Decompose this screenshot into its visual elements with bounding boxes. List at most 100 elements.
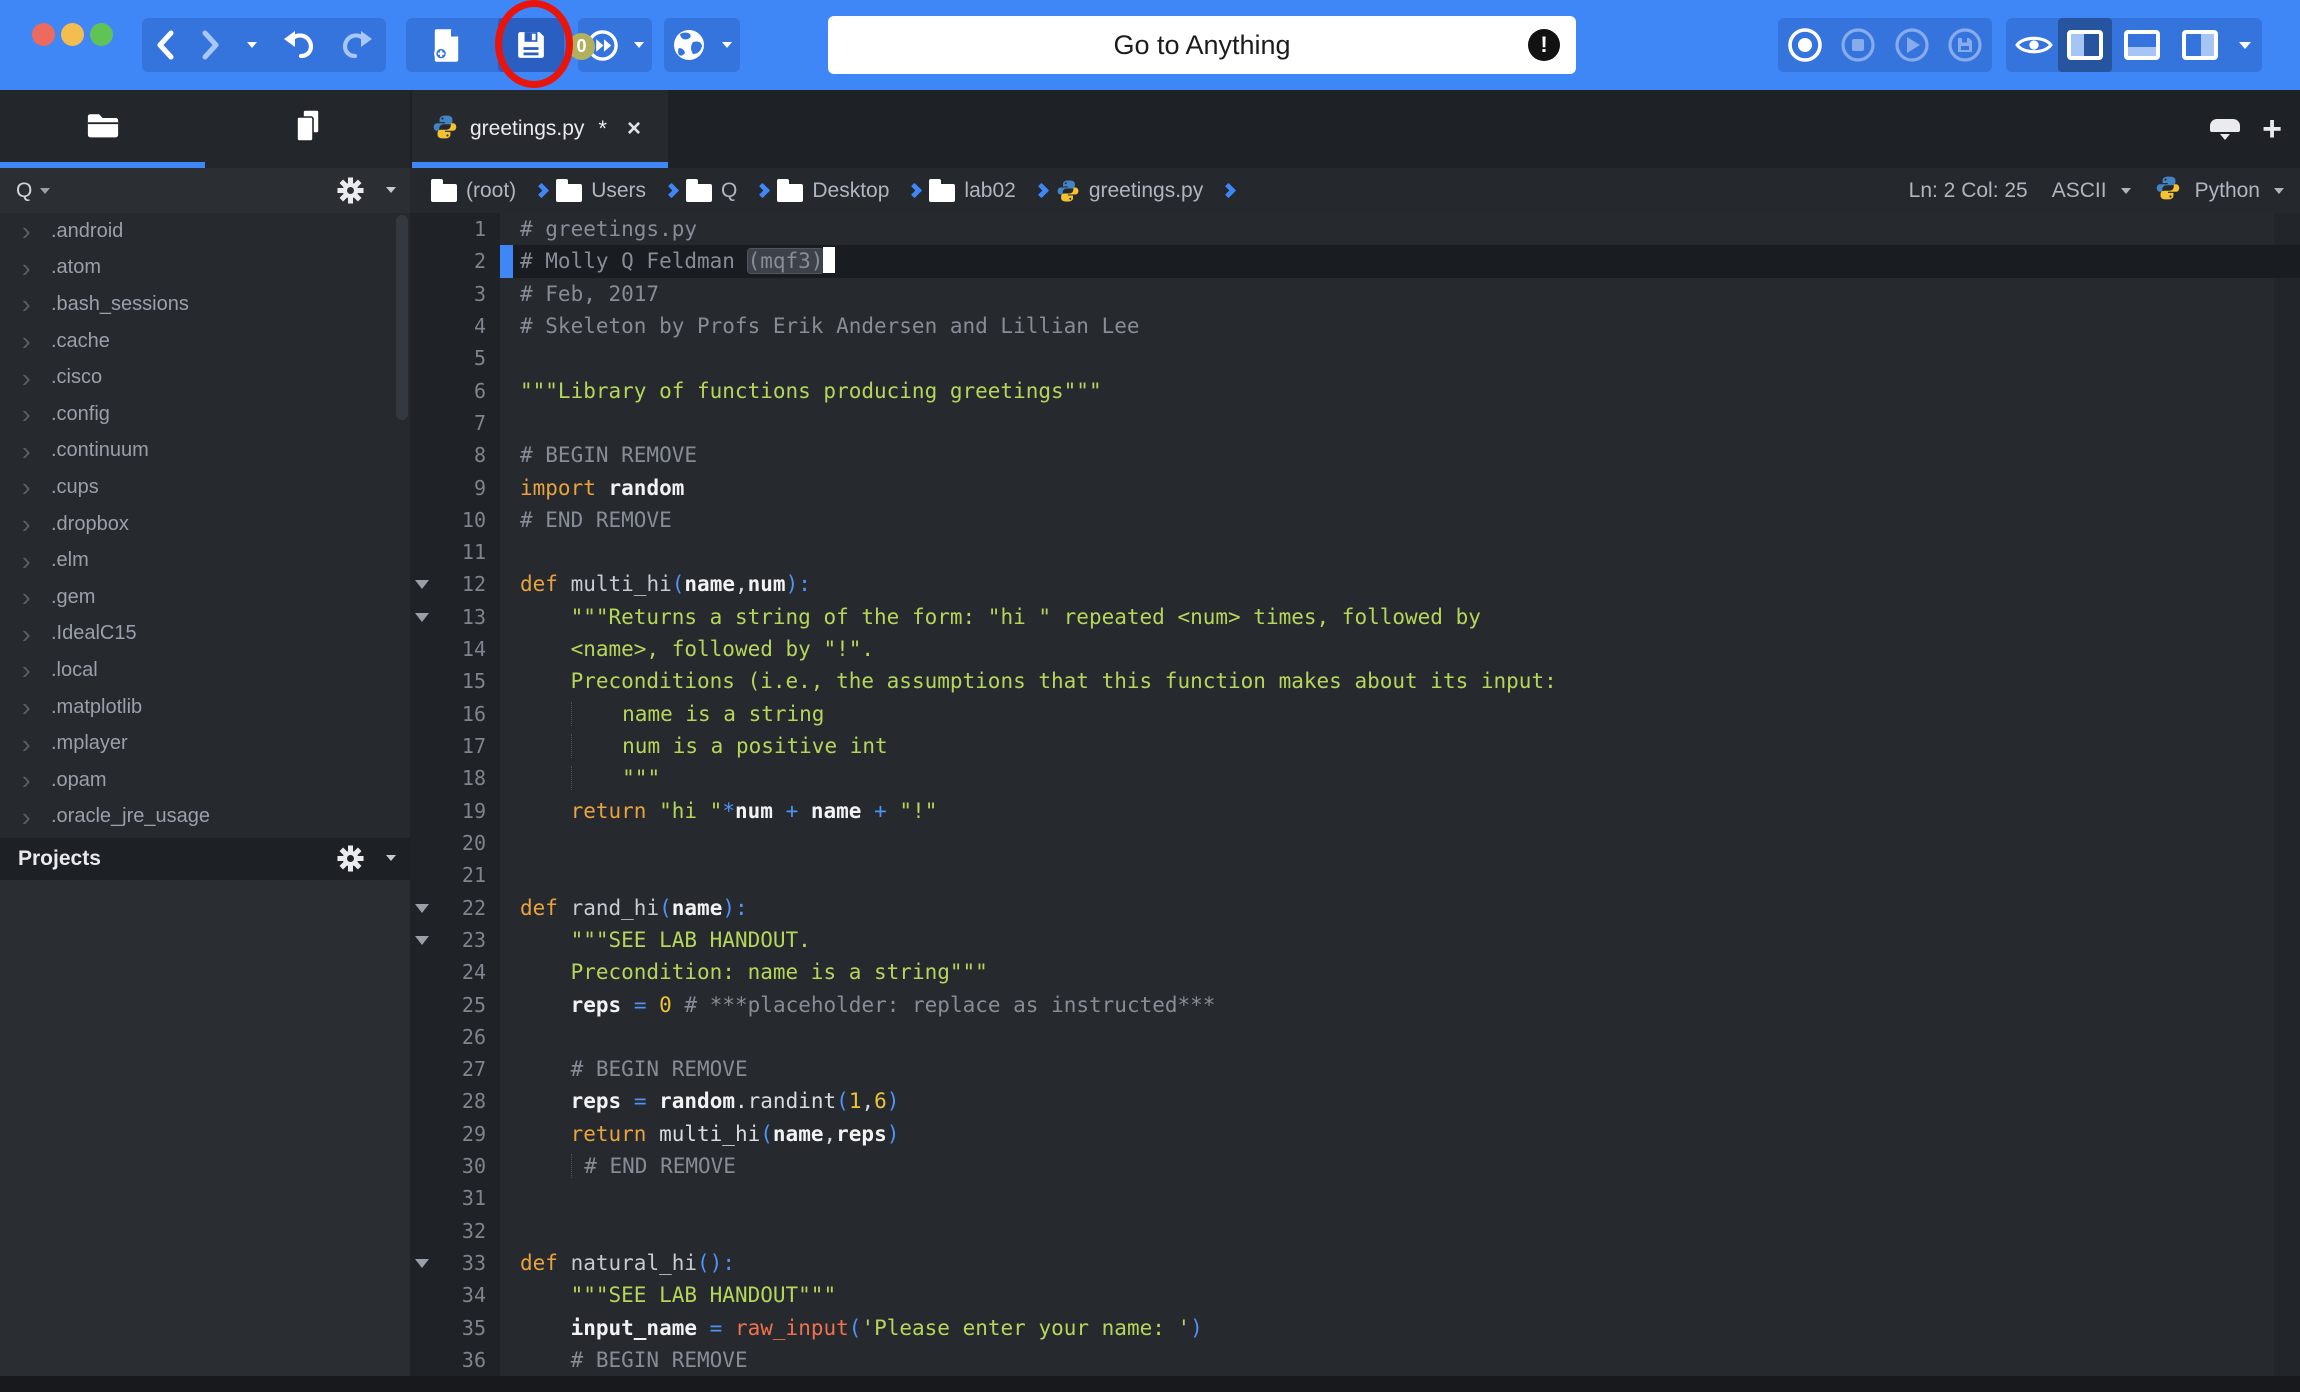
breadcrumb-item[interactable]: (root) — [431, 179, 547, 203]
line-number[interactable]: 21 — [410, 859, 500, 891]
line-number[interactable]: 33 — [410, 1247, 500, 1279]
chevron-right-icon[interactable]: › — [22, 438, 38, 464]
file-tree[interactable]: ›.android›.atom›.bash_sessions›.cache›.c… — [0, 213, 410, 838]
macro-play-button[interactable] — [1885, 18, 1938, 72]
browser-preview-button[interactable] — [667, 18, 711, 72]
line-number[interactable]: 12 — [410, 568, 500, 600]
line-number[interactable]: 31 — [410, 1182, 500, 1214]
tree-item[interactable]: ›.android — [0, 213, 410, 250]
line-number[interactable]: 8 — [410, 439, 500, 471]
browser-preview-dropdown[interactable] — [716, 18, 738, 72]
toggle-left-pane-button[interactable] — [2058, 18, 2112, 72]
tree-item[interactable]: ›.atom — [0, 250, 410, 287]
macro-save-button[interactable] — [1939, 18, 1992, 72]
tree-item[interactable]: ›.oracle_jre_usage — [0, 799, 410, 836]
line-number[interactable]: 27 — [410, 1053, 500, 1085]
tree-item[interactable]: ›.bash_sessions — [0, 286, 410, 323]
line-number[interactable]: 13 — [410, 601, 500, 633]
tab-greetings-py[interactable]: greetings.py * × — [412, 90, 668, 168]
breadcrumb-item[interactable]: greetings.py — [1056, 179, 1234, 203]
sidebar-scrollbar[interactable] — [396, 215, 408, 420]
breadcrumb-item[interactable]: lab02 — [929, 179, 1046, 203]
tab-close-icon[interactable]: × — [627, 117, 641, 141]
chevron-right-icon[interactable]: › — [22, 218, 38, 244]
line-number[interactable]: 18 — [410, 762, 500, 794]
macro-record-button[interactable] — [1778, 18, 1831, 72]
line-number[interactable]: 20 — [410, 827, 500, 859]
tree-item[interactable]: ›.elm — [0, 542, 410, 579]
code-editor[interactable]: 1# greetings.py2# Molly Q Feldman (mqf3)… — [410, 213, 2300, 1376]
projects-settings-button[interactable] — [337, 845, 364, 877]
breadcrumb-item[interactable]: Desktop — [777, 179, 920, 203]
line-number[interactable]: 28 — [410, 1085, 500, 1117]
line-number[interactable]: 32 — [410, 1215, 500, 1247]
line-number[interactable]: 26 — [410, 1021, 500, 1053]
line-number[interactable]: 24 — [410, 956, 500, 988]
tree-item[interactable]: ›.dropbox — [0, 506, 410, 543]
tree-item[interactable]: ›.cups — [0, 469, 410, 506]
chevron-right-icon[interactable]: › — [22, 548, 38, 574]
line-number[interactable]: 3 — [410, 278, 500, 310]
breadcrumb-item[interactable]: Q — [686, 179, 768, 203]
line-number[interactable]: 14 — [410, 633, 500, 665]
line-number[interactable]: 29 — [410, 1118, 500, 1150]
sync-dropdown[interactable] — [628, 18, 650, 72]
tree-item[interactable]: ›.gem — [0, 579, 410, 616]
fold-arrow-icon[interactable] — [415, 904, 429, 913]
tree-item[interactable]: ›.cisco — [0, 359, 410, 396]
tree-item[interactable]: ›.local — [0, 652, 410, 689]
back-button[interactable] — [155, 18, 175, 72]
places-settings-button[interactable] — [337, 177, 364, 209]
line-number[interactable]: 11 — [410, 536, 500, 568]
breadcrumb-item[interactable]: Users — [556, 179, 677, 203]
line-number[interactable]: 1 — [410, 213, 500, 245]
language-selector[interactable]: Python — [2195, 179, 2260, 203]
tree-item[interactable]: ›.IdealC15 — [0, 616, 410, 653]
undo-button[interactable] — [283, 18, 315, 72]
chevron-right-icon[interactable]: › — [22, 291, 38, 317]
line-number[interactable]: 15 — [410, 665, 500, 697]
window-zoom-button[interactable] — [90, 23, 113, 46]
line-number[interactable]: 34 — [410, 1279, 500, 1311]
window-close-button[interactable] — [32, 23, 55, 46]
chevron-right-icon[interactable]: › — [22, 365, 38, 391]
chevron-right-icon[interactable]: › — [22, 584, 38, 610]
chevron-right-icon[interactable]: › — [22, 255, 38, 281]
chevron-right-icon[interactable]: › — [22, 401, 38, 427]
line-number[interactable]: 19 — [410, 795, 500, 827]
chevron-right-icon[interactable]: › — [22, 804, 38, 830]
chevron-right-icon[interactable]: › — [22, 474, 38, 500]
encoding-selector[interactable]: ASCII — [2052, 179, 2107, 203]
save-button[interactable] — [498, 18, 564, 72]
tree-item[interactable]: ›.cache — [0, 323, 410, 360]
line-number[interactable]: 7 — [410, 407, 500, 439]
chevron-right-icon[interactable]: › — [22, 511, 38, 537]
places-filter-dropdown[interactable]: Q — [16, 179, 32, 203]
chevron-right-icon[interactable]: › — [22, 328, 38, 354]
line-number[interactable]: 5 — [410, 342, 500, 374]
sidebar-tab-open-files[interactable] — [205, 90, 410, 162]
line-number[interactable]: 17 — [410, 730, 500, 762]
line-number[interactable]: 6 — [410, 375, 500, 407]
fold-arrow-icon[interactable] — [415, 1259, 429, 1268]
chevron-right-icon[interactable]: › — [22, 694, 38, 720]
tree-item[interactable]: ›.matplotlib — [0, 689, 410, 726]
macro-stop-button[interactable] — [1832, 18, 1885, 72]
pane-layout-dropdown[interactable] — [2230, 18, 2260, 72]
line-number[interactable]: 35 — [410, 1312, 500, 1344]
line-number[interactable]: 30 — [410, 1150, 500, 1182]
fold-arrow-icon[interactable] — [415, 613, 429, 622]
line-number[interactable]: 4 — [410, 310, 500, 342]
toggle-bottom-pane-button[interactable] — [2115, 18, 2169, 72]
tree-item[interactable]: ›.continuum — [0, 433, 410, 470]
window-minimize-button[interactable] — [61, 23, 84, 46]
chevron-right-icon[interactable]: › — [22, 657, 38, 683]
sync-button[interactable]: 0 — [580, 18, 624, 72]
redo-button[interactable] — [341, 18, 373, 72]
forward-button[interactable] — [201, 18, 221, 72]
tree-item[interactable]: ›.opam — [0, 762, 410, 799]
fold-arrow-icon[interactable] — [415, 580, 429, 589]
preview-button[interactable] — [2008, 18, 2060, 72]
toggle-right-pane-button[interactable] — [2173, 18, 2227, 72]
line-number[interactable]: 25 — [410, 989, 500, 1021]
